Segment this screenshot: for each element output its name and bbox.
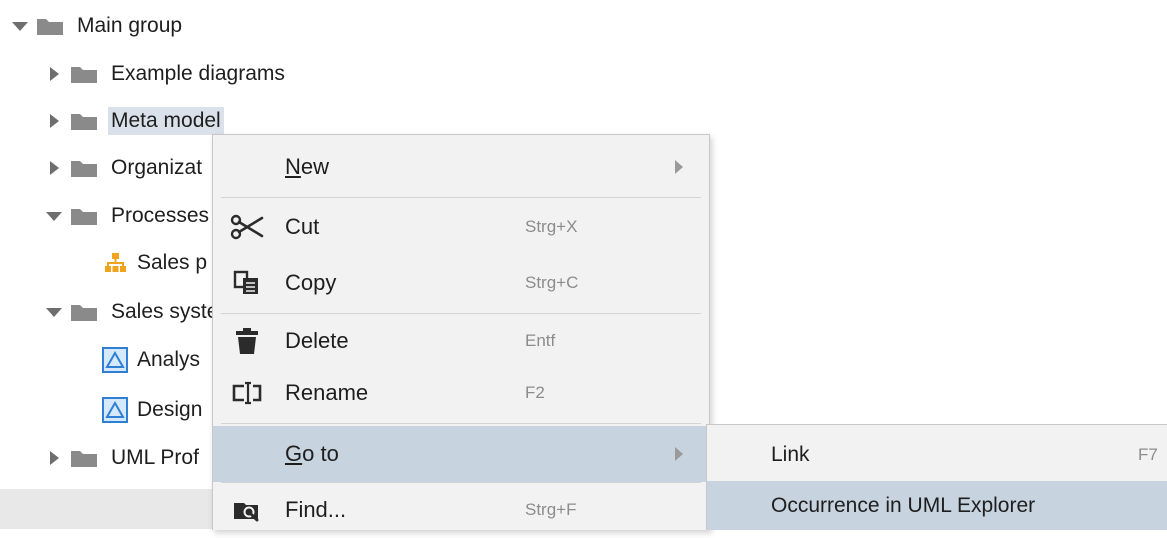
tree-item-main-group[interactable]: Main group: [12, 8, 185, 44]
tree-item-label: Main group: [77, 14, 183, 37]
collapsed-arrow-icon[interactable]: [46, 440, 62, 476]
collapsed-arrow-icon[interactable]: [46, 150, 62, 186]
tree-item-label: Organizat: [111, 156, 203, 179]
submenu-item-link[interactable]: Link F7: [707, 429, 1167, 481]
tree-item-processes[interactable]: Processes: [46, 198, 212, 234]
tree-item-meta-model[interactable]: Meta model: [46, 103, 224, 139]
submenu-item-shortcut: F7: [1138, 445, 1158, 464]
tree-item-label: Sales p: [137, 251, 208, 274]
tree-item-label: Analys: [137, 348, 201, 371]
menu-separator: [221, 423, 701, 424]
tree-item-example-diagrams[interactable]: Example diagrams: [46, 56, 288, 92]
tree-item-label: Processes: [111, 204, 210, 227]
menu-item-copy[interactable]: Copy Strg+C: [213, 255, 709, 311]
trash-icon: [229, 323, 265, 359]
menu-item-label: Rename: [285, 380, 369, 405]
menu-item-label: Cut: [285, 214, 320, 239]
menu-separator: [221, 197, 701, 198]
expanded-arrow-icon[interactable]: [12, 8, 28, 44]
tree-item-organization[interactable]: Organizat: [46, 150, 205, 186]
mnemonic-n: N: [285, 154, 301, 179]
folder-icon: [70, 64, 98, 84]
uml-model-icon: [102, 397, 128, 423]
tree-item-uml-profiles[interactable]: UML Prof: [46, 440, 202, 476]
tree-item-label: Example diagrams: [111, 62, 285, 85]
go-to-submenu: Link F7 Occurrence in UML Explorer: [706, 424, 1167, 530]
menu-item-shortcut: Entf: [525, 331, 556, 350]
menu-item-go-to[interactable]: Go to: [213, 426, 709, 482]
copy-icon: [229, 265, 265, 301]
folder-icon: [70, 302, 98, 322]
tree-item-label: Sales syste: [111, 300, 219, 323]
menu-item-delete[interactable]: Delete Entf: [213, 313, 709, 369]
uml-model-icon: [102, 347, 128, 373]
mnemonic-g: G: [285, 441, 303, 466]
submenu-item-occurrence-in-uml-explorer[interactable]: Occurrence in UML Explorer: [707, 481, 1167, 530]
menu-item-rename[interactable]: Rename F2: [213, 365, 709, 421]
menu-item-shortcut: Strg+C: [525, 273, 579, 292]
menu-item-label: Delete: [285, 328, 349, 353]
context-menu: New Cut Strg+X Copy Strg+C Delete Entf R…: [212, 134, 710, 530]
tree-item-analysis[interactable]: Analys: [102, 342, 203, 378]
collapsed-arrow-icon[interactable]: [46, 56, 62, 92]
scissors-icon: [229, 209, 265, 245]
menu-item-cut[interactable]: Cut Strg+X: [213, 199, 709, 255]
submenu-item-label: Occurrence in UML Explorer: [771, 493, 1036, 517]
tree-item-sales-system[interactable]: Sales syste: [46, 294, 221, 330]
menu-item-shortcut: F2: [525, 383, 545, 402]
folder-icon: [70, 158, 98, 178]
folder-icon: [70, 111, 98, 131]
tree-item-label: Design: [137, 398, 203, 421]
menu-item-label: o to: [302, 441, 339, 466]
process-diagram-icon: [102, 250, 128, 276]
menu-item-label: Copy: [285, 270, 337, 295]
menu-item-new[interactable]: New: [213, 139, 709, 195]
collapsed-arrow-icon[interactable]: [46, 103, 62, 139]
folder-icon: [70, 448, 98, 468]
find-icon: [229, 492, 265, 528]
tree-item-label: UML Prof: [111, 446, 199, 469]
tree-item-sales-process[interactable]: Sales p: [102, 245, 210, 281]
menu-item-find[interactable]: Find... Strg+F: [213, 482, 709, 538]
folder-icon: [70, 206, 98, 226]
menu-item-shortcut: Strg+X: [525, 217, 578, 236]
tree-item-design[interactable]: Design: [102, 392, 205, 428]
submenu-item-label: Link: [771, 443, 810, 466]
menu-item-label: ew: [300, 154, 330, 179]
submenu-arrow-icon: [675, 447, 683, 461]
expanded-arrow-icon[interactable]: [46, 198, 62, 234]
submenu-arrow-icon: [675, 160, 683, 174]
tree-item-label: Meta model: [108, 107, 224, 135]
rename-icon: [229, 375, 265, 411]
expanded-arrow-icon[interactable]: [46, 294, 62, 330]
menu-item-label: Find...: [285, 497, 347, 522]
menu-item-shortcut: Strg+F: [525, 500, 577, 519]
folder-icon: [36, 16, 64, 36]
